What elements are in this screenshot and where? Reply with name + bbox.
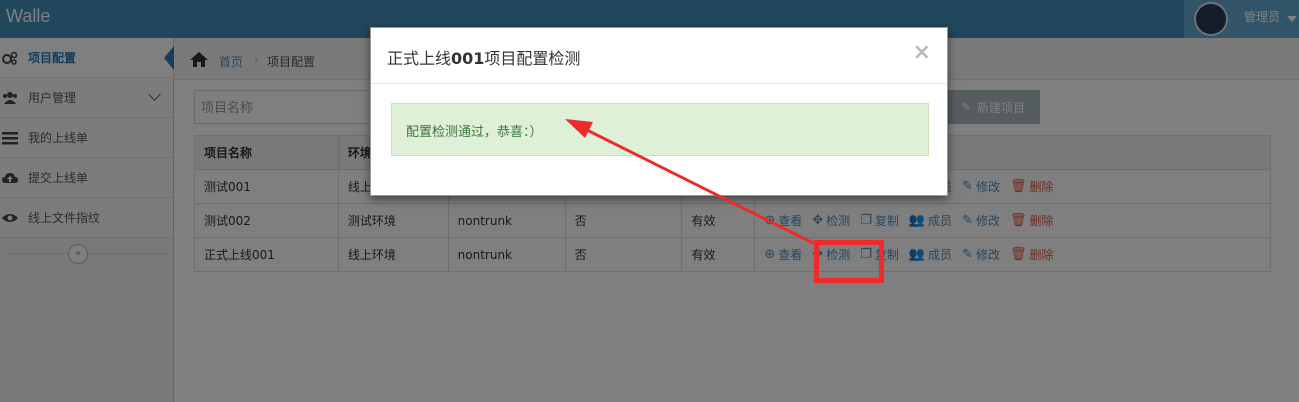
annotation-highlight-box <box>814 240 884 283</box>
close-icon[interactable]: × <box>913 42 931 64</box>
modal-title-number: 001 <box>451 49 485 68</box>
modal-title: 正式上线001项目配置检测 <box>387 45 580 69</box>
modal-title-prefix: 正式上线 <box>387 49 452 68</box>
modal-header: 正式上线001项目配置检测 × <box>371 28 947 84</box>
config-check-modal: 正式上线001项目配置检测 × 配置检测通过，恭喜：） <box>370 27 948 196</box>
modal-title-suffix: 项目配置检测 <box>484 49 581 68</box>
success-alert: 配置检测通过，恭喜：） <box>391 103 929 156</box>
